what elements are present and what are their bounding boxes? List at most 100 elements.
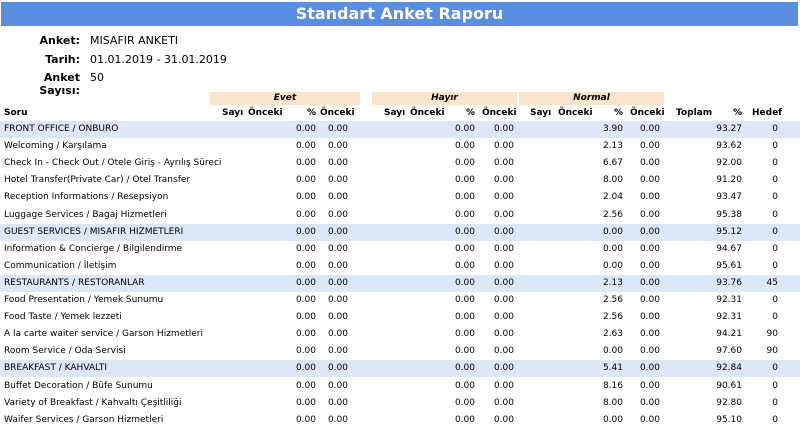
header-normal-onceki2: Önceki bbox=[630, 108, 665, 118]
table-row: Hotel Transfer(Private Car) / Otel Trans… bbox=[0, 172, 800, 189]
cell-evet-prev: 0.00 bbox=[327, 295, 348, 305]
cell-evet-prev: 0.00 bbox=[327, 414, 348, 425]
cell-evet-pct: 0.00 bbox=[295, 414, 316, 425]
cell-normal-pct: 2.13 bbox=[602, 277, 623, 288]
cell-hayir-pct: 0.00 bbox=[454, 312, 475, 323]
cell-pct: 92.00 bbox=[716, 158, 742, 169]
cell-normal-pct: 0.00 bbox=[602, 260, 623, 271]
cell-normal-pct: 2.56 bbox=[602, 312, 623, 323]
cell-hedef: 0 bbox=[772, 192, 778, 203]
header-hedef: Hedef bbox=[752, 108, 783, 118]
cell-evet-pct: 0.00 bbox=[295, 397, 316, 408]
cell-hayir-prev: 0.00 bbox=[493, 158, 514, 169]
row-label: Room Service / Oda Servisi bbox=[4, 346, 126, 357]
cell-hedef: 0 bbox=[772, 295, 778, 305]
cell-normal-prev: 0.00 bbox=[639, 312, 660, 323]
cell-normal-pct: 5.41 bbox=[602, 363, 623, 374]
cell-hayir-pct: 0.00 bbox=[454, 226, 475, 237]
info-label-anket-sayisi: Anket Sayısı: bbox=[39, 71, 80, 97]
cell-evet-prev: 0.00 bbox=[327, 329, 348, 340]
cell-pct: 95.61 bbox=[716, 260, 742, 271]
cell-evet-pct: 0.00 bbox=[295, 346, 316, 357]
cell-hayir-prev: 0.00 bbox=[493, 124, 514, 134]
cell-hayir-prev: 0.00 bbox=[493, 397, 514, 408]
cell-evet-pct: 0.00 bbox=[295, 158, 316, 169]
category-row: RESTAURANTS / RESTORANLAR 0.00 0.00 0.00 0.0… bbox=[0, 274, 800, 292]
cell-normal-prev: 0.00 bbox=[639, 243, 660, 254]
group-header-normal: Normal bbox=[519, 92, 664, 105]
cell-hayir-prev: 0.00 bbox=[493, 346, 514, 357]
table-row: Reception Informations / Resepsiyon 0.00 0… bbox=[0, 189, 800, 206]
group-header-evet: Evet bbox=[210, 92, 360, 105]
cell-evet-pct: 0.00 bbox=[295, 209, 316, 220]
row-label: Variety of Breakfast / Kahvaltı Çeşitlil… bbox=[4, 397, 182, 408]
group-header-hayir: Hayır bbox=[372, 92, 517, 105]
header-pct: % bbox=[732, 108, 742, 118]
cell-evet-prev: 0.00 bbox=[327, 260, 348, 271]
cell-hayir-prev: 0.00 bbox=[493, 175, 514, 186]
cell-hedef: 0 bbox=[772, 312, 778, 323]
cell-evet-prev: 0.00 bbox=[327, 226, 348, 237]
cell-evet-pct: 0.00 bbox=[295, 192, 316, 203]
row-label: Food Presentation / Yemek Sunumu bbox=[4, 295, 164, 305]
cell-hayir-prev: 0.00 bbox=[493, 277, 514, 288]
table-row: Luggage Services / Bagaj Hizmetleri 0.00 0… bbox=[0, 207, 800, 224]
row-label: Waifer Services / Garson Hizmetleri bbox=[4, 414, 164, 425]
table-row: Information & Concierge / Bilgilendirme 0… bbox=[0, 241, 800, 258]
cell-evet-prev: 0.00 bbox=[327, 158, 348, 169]
cell-normal-prev: 0.00 bbox=[639, 346, 660, 357]
cell-hayir-prev: 0.00 bbox=[493, 380, 514, 391]
cell-normal-pct: 2.56 bbox=[602, 295, 623, 305]
cell-hedef: 0 bbox=[772, 141, 778, 152]
cell-hayir-pct: 0.00 bbox=[454, 158, 475, 169]
info-value-anket-sayisi: 50 bbox=[90, 71, 104, 84]
cell-hayir-pct: 0.00 bbox=[454, 192, 475, 203]
cell-hayir-pct: 0.00 bbox=[454, 414, 475, 425]
cell-normal-prev: 0.00 bbox=[639, 363, 660, 374]
header-normal-sayi: Sayı bbox=[530, 108, 552, 118]
cell-hayir-prev: 0.00 bbox=[493, 329, 514, 340]
cell-normal-prev: 0.00 bbox=[639, 209, 660, 220]
cell-evet-prev: 0.00 bbox=[327, 346, 348, 357]
cell-evet-pct: 0.00 bbox=[295, 277, 316, 288]
cell-evet-prev: 0.00 bbox=[327, 277, 348, 288]
cell-evet-pct: 0.00 bbox=[295, 380, 316, 391]
cell-pct: 92.31 bbox=[716, 312, 742, 323]
cell-pct: 93.47 bbox=[716, 192, 742, 203]
cell-hedef: 0 bbox=[772, 175, 778, 186]
table-row: Welcoming / Karşılama 0.00 0.00 0.00 0.00 2.1… bbox=[0, 138, 800, 155]
cell-hayir-pct: 0.00 bbox=[454, 175, 475, 186]
cell-normal-prev: 0.00 bbox=[639, 380, 660, 391]
cell-hayir-pct: 0.00 bbox=[454, 124, 475, 134]
cell-hayir-pct: 0.00 bbox=[454, 141, 475, 152]
cell-normal-prev: 0.00 bbox=[639, 158, 660, 169]
cell-hayir-pct: 0.00 bbox=[454, 363, 475, 374]
cell-hayir-pct: 0.00 bbox=[454, 209, 475, 220]
cell-normal-prev: 0.00 bbox=[639, 260, 660, 271]
info-label-tarih: Tarih: bbox=[45, 53, 80, 66]
report-info: Anket: MISAFIR ANKETI Tarih: 01.01.2019 … bbox=[0, 34, 300, 97]
table-row: Waifer Services / Garson Hizmetleri 0.00 0… bbox=[0, 412, 800, 429]
cell-hayir-pct: 0.00 bbox=[454, 277, 475, 288]
row-label: Check In - Check Out / Otele Giriş - Ayr… bbox=[4, 158, 222, 169]
cell-evet-pct: 0.00 bbox=[295, 363, 316, 374]
cell-hayir-pct: 0.00 bbox=[454, 243, 475, 254]
header-normal-onceki: Önceki bbox=[558, 108, 593, 118]
cell-hedef: 0 bbox=[772, 397, 778, 408]
cell-hedef: 0 bbox=[772, 363, 778, 374]
cell-hayir-pct: 0.00 bbox=[454, 295, 475, 305]
cell-evet-pct: 0.00 bbox=[295, 243, 316, 254]
cell-hayir-prev: 0.00 bbox=[493, 295, 514, 305]
report-title: Standart Anket Raporu bbox=[1, 2, 798, 26]
cell-normal-prev: 0.00 bbox=[639, 329, 660, 340]
cell-normal-pct: 8.16 bbox=[602, 380, 623, 391]
cell-normal-pct: 3.90 bbox=[602, 124, 623, 134]
header-soru: Soru bbox=[4, 108, 28, 118]
header-evet-sayi: Sayı bbox=[222, 108, 244, 118]
cell-normal-pct: 6.67 bbox=[602, 158, 623, 169]
row-label: A la carte waiter service / Garson Hizme… bbox=[4, 329, 203, 340]
cell-hedef: 0 bbox=[772, 380, 778, 391]
cell-hayir-prev: 0.00 bbox=[493, 414, 514, 425]
cell-evet-prev: 0.00 bbox=[327, 243, 348, 254]
cell-hayir-prev: 0.00 bbox=[493, 243, 514, 254]
